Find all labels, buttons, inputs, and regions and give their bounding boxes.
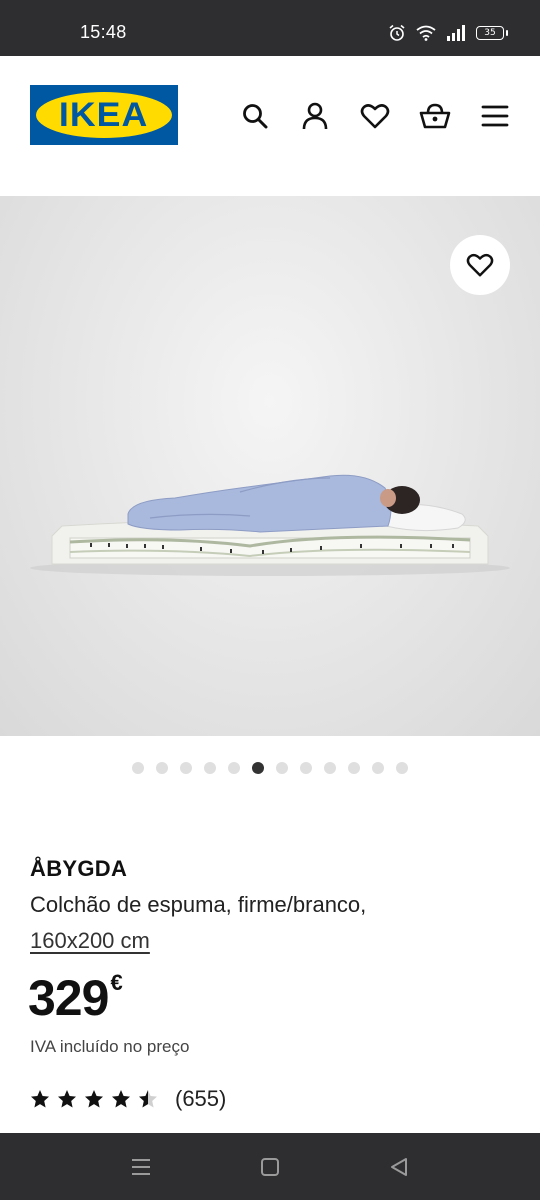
logo-text: IKEA bbox=[59, 95, 149, 134]
gallery-dot[interactable] bbox=[204, 762, 216, 774]
gallery-dot[interactable] bbox=[180, 762, 192, 774]
site-header: IKEA bbox=[0, 56, 540, 196]
star-half-icon bbox=[139, 1090, 157, 1108]
status-time: 15:48 bbox=[80, 22, 127, 42]
back-icon[interactable] bbox=[387, 1155, 411, 1179]
gallery-dot-active[interactable] bbox=[252, 762, 264, 774]
product-rating[interactable]: (655) bbox=[30, 1086, 226, 1112]
star-full-icon bbox=[58, 1090, 76, 1108]
system-nav-bar bbox=[0, 1133, 540, 1200]
ikea-logo[interactable]: IKEA bbox=[30, 85, 178, 145]
star-full-icon bbox=[112, 1090, 130, 1108]
status-bar: 15:48 35 bbox=[0, 0, 540, 56]
gallery-pagination bbox=[0, 762, 540, 774]
rating-stars bbox=[30, 1089, 165, 1109]
favorite-button[interactable] bbox=[450, 235, 510, 295]
star-full-icon bbox=[31, 1090, 49, 1108]
alarm-icon bbox=[389, 24, 405, 41]
gallery-dot[interactable] bbox=[156, 762, 168, 774]
heart-icon bbox=[466, 253, 494, 277]
gallery-dot[interactable] bbox=[276, 762, 288, 774]
battery-icon: 35 bbox=[476, 26, 508, 40]
product-name: ÅBYGDA bbox=[30, 856, 128, 881]
gallery-dot[interactable] bbox=[348, 762, 360, 774]
basket-icon[interactable] bbox=[419, 100, 451, 132]
vat-note: IVA incluído no preço bbox=[30, 1037, 190, 1056]
menu-icon[interactable] bbox=[479, 100, 511, 132]
account-icon[interactable] bbox=[299, 100, 331, 132]
price-amount: 329 bbox=[28, 970, 109, 1026]
search-icon[interactable] bbox=[239, 100, 271, 132]
signal-icon bbox=[447, 25, 465, 41]
gallery-dot[interactable] bbox=[132, 762, 144, 774]
price-currency: € bbox=[110, 970, 123, 995]
gallery-dot[interactable] bbox=[324, 762, 336, 774]
product-size-link[interactable]: 160x200 cm bbox=[30, 928, 150, 954]
product-price: 329 € bbox=[28, 968, 123, 1028]
product-image[interactable] bbox=[0, 196, 540, 736]
gallery-dot[interactable] bbox=[228, 762, 240, 774]
logo-oval: IKEA bbox=[36, 92, 172, 138]
gallery-dot[interactable] bbox=[372, 762, 384, 774]
wifi-icon bbox=[416, 25, 436, 41]
home-icon[interactable] bbox=[258, 1155, 282, 1179]
gallery-dot[interactable] bbox=[396, 762, 408, 774]
heart-icon[interactable] bbox=[359, 100, 391, 132]
status-icons: 35 bbox=[388, 24, 508, 42]
gallery-dot[interactable] bbox=[300, 762, 312, 774]
recents-icon[interactable] bbox=[129, 1155, 153, 1179]
star-full-icon bbox=[85, 1090, 103, 1108]
review-count: (655) bbox=[175, 1086, 227, 1111]
product-description: Colchão de espuma, firme/branco, bbox=[30, 892, 367, 917]
